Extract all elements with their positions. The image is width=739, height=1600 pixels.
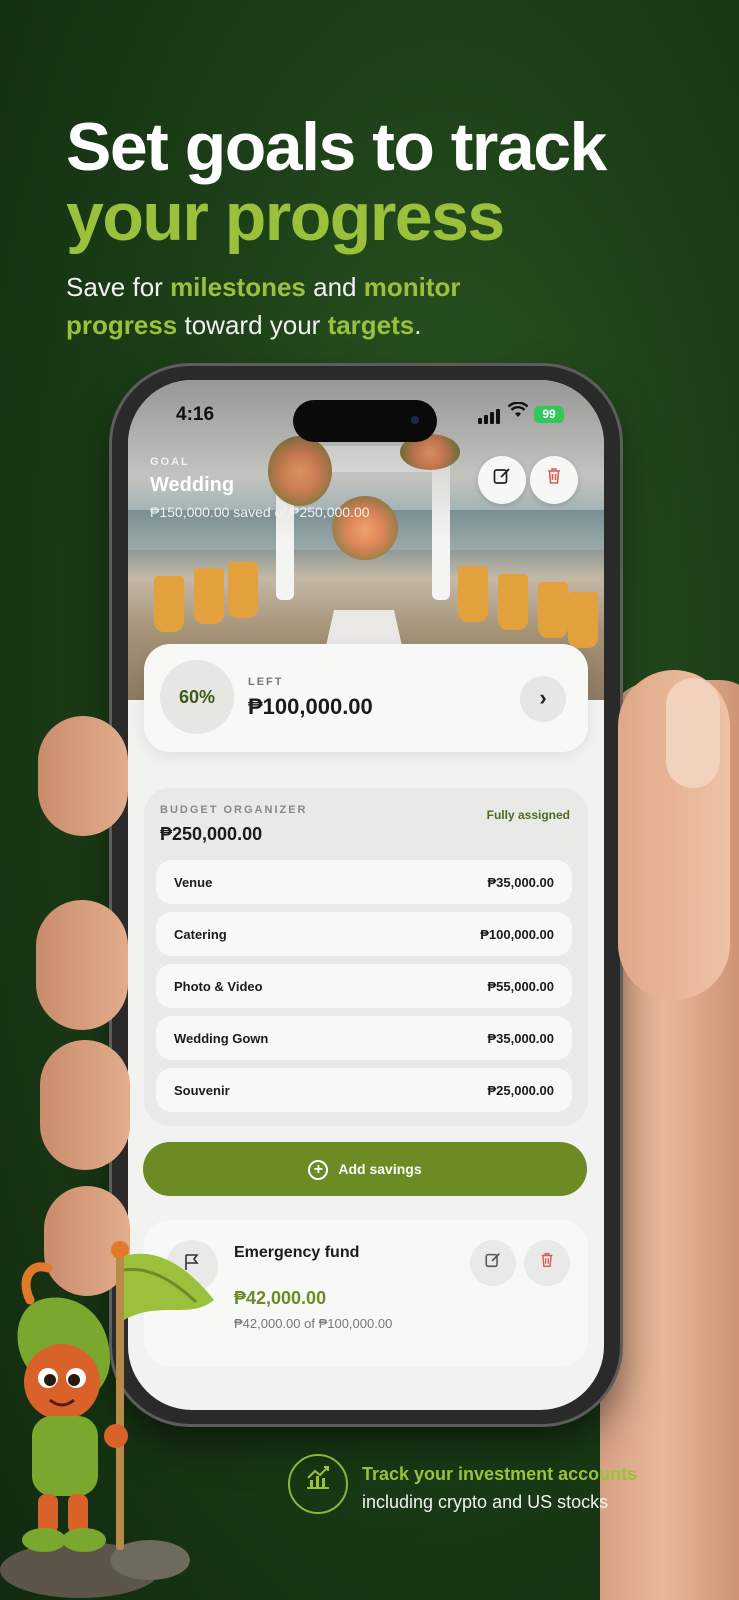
battery-icon: 99 bbox=[534, 406, 564, 423]
subheadline-text: . bbox=[414, 310, 422, 340]
wifi-icon bbox=[507, 401, 529, 423]
delete-goal-button[interactable] bbox=[530, 456, 578, 504]
budget-item-amount: ₱100,000.00 bbox=[480, 927, 554, 942]
edit-icon bbox=[484, 1253, 502, 1273]
status-time: 4:16 bbox=[176, 404, 215, 425]
mascot-illustration bbox=[0, 1240, 230, 1600]
budget-item-amount: ₱55,000.00 bbox=[487, 979, 554, 994]
budget-status: Fully assigned bbox=[486, 808, 570, 822]
edit-icon bbox=[492, 468, 512, 491]
trash-icon bbox=[544, 468, 564, 491]
hand-finger bbox=[38, 716, 128, 836]
dynamic-island bbox=[293, 400, 437, 442]
budget-item-name: Photo & Video bbox=[174, 979, 263, 994]
left-label: LEFT bbox=[248, 676, 284, 688]
budget-item[interactable]: Catering ₱100,000.00 bbox=[156, 912, 572, 956]
budget-item[interactable]: Photo & Video ₱55,000.00 bbox=[156, 964, 572, 1008]
subheadline-text: Save for bbox=[66, 272, 171, 302]
budget-total: ₱250,000.00 bbox=[160, 824, 263, 844]
feature-line1: Track your investment accounts bbox=[362, 1464, 638, 1484]
subheadline-highlight: progress bbox=[66, 310, 178, 340]
budget-label: BUDGET ORGANIZER bbox=[160, 804, 308, 816]
progress-percent: 60% bbox=[160, 660, 234, 734]
goal-progress-card[interactable]: 60% LEFT ₱100,000.00 › bbox=[144, 644, 588, 752]
goal-label: GOAL bbox=[150, 456, 190, 468]
subheadline-text: and bbox=[305, 272, 364, 302]
headline-line2: your progress bbox=[66, 179, 505, 255]
edit-emergency-fund-button[interactable] bbox=[470, 1240, 516, 1286]
feature-line2: including crypto and US stocks bbox=[362, 1492, 609, 1512]
emergency-fund-title: Emergency fund bbox=[234, 1244, 360, 1261]
chevron-right-icon[interactable]: › bbox=[520, 676, 566, 722]
signal-icon bbox=[478, 406, 502, 424]
feature-callout: Track your investment accounts including… bbox=[288, 1452, 728, 1532]
budget-item-name: Souvenir bbox=[174, 1083, 230, 1098]
subheadline-highlight: targets bbox=[327, 310, 415, 340]
add-savings-label: Add savings bbox=[338, 1161, 422, 1177]
budget-item-name: Wedding Gown bbox=[174, 1031, 269, 1046]
subheadline-highlight: monitor bbox=[363, 272, 461, 302]
chart-growth-icon bbox=[288, 1454, 348, 1514]
budget-item-amount: ₱35,000.00 bbox=[487, 875, 554, 890]
edit-goal-button[interactable] bbox=[478, 456, 526, 504]
emergency-fund-amount: ₱42,000.00 bbox=[234, 1288, 327, 1308]
budget-item[interactable]: Venue ₱35,000.00 bbox=[156, 860, 572, 904]
status-bar: 4:16 99 bbox=[128, 400, 604, 442]
budget-item-name: Venue bbox=[174, 875, 213, 890]
left-amount: ₱100,000.00 bbox=[248, 694, 373, 719]
headline-line1: Set goals to track bbox=[66, 109, 607, 185]
plus-circle-icon: + bbox=[308, 1160, 329, 1181]
subheadline-highlight: milestones bbox=[170, 272, 306, 302]
goal-title: Wedding bbox=[150, 474, 235, 496]
emergency-fund-sub: ₱42,000.00 of ₱100,000.00 bbox=[234, 1316, 393, 1331]
budget-item[interactable]: Souvenir ₱25,000.00 bbox=[156, 1068, 572, 1112]
thumb-nail bbox=[666, 678, 720, 788]
subheadline: Save for milestones and monitor progress… bbox=[66, 268, 706, 344]
goal-saved-text: ₱150,000.00 saved of ₱250,000.00 bbox=[150, 504, 370, 520]
subheadline-text: toward your bbox=[177, 310, 328, 340]
budget-organizer: BUDGET ORGANIZER ₱250,000.00 Fully assig… bbox=[144, 788, 588, 1126]
hand-finger bbox=[40, 1040, 130, 1170]
headline: Set goals to track your progress Save fo… bbox=[66, 112, 706, 344]
trash-icon bbox=[538, 1252, 556, 1273]
budget-item[interactable]: Wedding Gown ₱35,000.00 bbox=[156, 1016, 572, 1060]
delete-emergency-fund-button[interactable] bbox=[524, 1240, 570, 1286]
budget-item-name: Catering bbox=[174, 927, 227, 942]
budget-item-amount: ₱25,000.00 bbox=[487, 1083, 554, 1098]
add-savings-button[interactable]: + Add savings bbox=[143, 1142, 587, 1196]
budget-item-amount: ₱35,000.00 bbox=[487, 1031, 554, 1046]
hand-finger bbox=[36, 900, 128, 1030]
